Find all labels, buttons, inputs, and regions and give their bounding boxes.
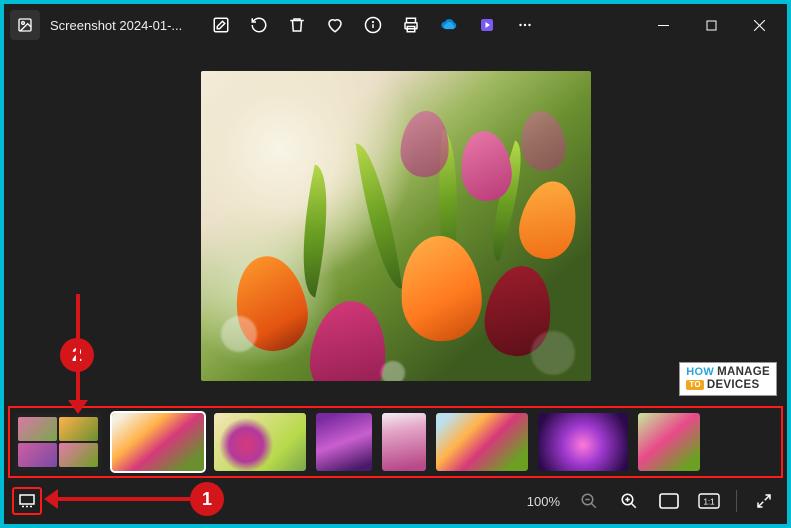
- filmstrip: [8, 406, 783, 478]
- filmstrip-thumb[interactable]: [638, 413, 700, 471]
- filmstrip-toggle-button[interactable]: [12, 487, 42, 515]
- image-viewport[interactable]: HOW MANAGE TO DEVICES: [4, 46, 787, 406]
- filmstrip-thumb[interactable]: [382, 413, 426, 471]
- actual-size-button[interactable]: 1:1: [692, 484, 726, 518]
- bottom-toolbar: 100% 1:1: [4, 478, 787, 524]
- titlebar: Screenshot 2024-01-...: [4, 4, 787, 46]
- edit-button[interactable]: [204, 8, 238, 42]
- current-photo: [201, 71, 591, 381]
- watermark-devices: DEVICES: [707, 380, 760, 392]
- watermark-manage: MANAGE: [717, 367, 770, 379]
- info-button[interactable]: [356, 8, 390, 42]
- filmstrip-thumb[interactable]: [214, 413, 306, 471]
- more-button[interactable]: [508, 8, 542, 42]
- divider: [736, 490, 737, 512]
- filmstrip-thumb[interactable]: [436, 413, 528, 471]
- photos-app-window: Screenshot 2024-01-...: [4, 4, 787, 524]
- minimize-button[interactable]: [641, 9, 685, 41]
- favorite-button[interactable]: [318, 8, 352, 42]
- onedrive-button[interactable]: [432, 8, 466, 42]
- svg-text:1:1: 1:1: [703, 498, 715, 507]
- filmstrip-thumb-current[interactable]: [112, 413, 204, 471]
- file-title: Screenshot 2024-01-...: [44, 18, 194, 33]
- watermark-how: HOW: [686, 367, 714, 378]
- zoom-out-button[interactable]: [572, 484, 606, 518]
- filmstrip-thumb-grid[interactable]: [14, 413, 102, 471]
- delete-button[interactable]: [280, 8, 314, 42]
- rotate-button[interactable]: [242, 8, 276, 42]
- zoom-in-button[interactable]: [612, 484, 646, 518]
- app-icon[interactable]: [10, 10, 40, 40]
- top-toolbar: [204, 8, 542, 42]
- watermark-logo: HOW MANAGE TO DEVICES: [679, 362, 777, 396]
- fullscreen-button[interactable]: [747, 484, 781, 518]
- print-button[interactable]: [394, 8, 428, 42]
- filmstrip-thumb[interactable]: [538, 413, 628, 471]
- close-button[interactable]: [737, 9, 781, 41]
- zoom-level-label: 100%: [527, 494, 560, 509]
- clipchamp-button[interactable]: [470, 8, 504, 42]
- watermark-to: TO: [686, 380, 704, 390]
- maximize-button[interactable]: [689, 9, 733, 41]
- fit-to-window-button[interactable]: [652, 484, 686, 518]
- filmstrip-thumb[interactable]: [316, 413, 372, 471]
